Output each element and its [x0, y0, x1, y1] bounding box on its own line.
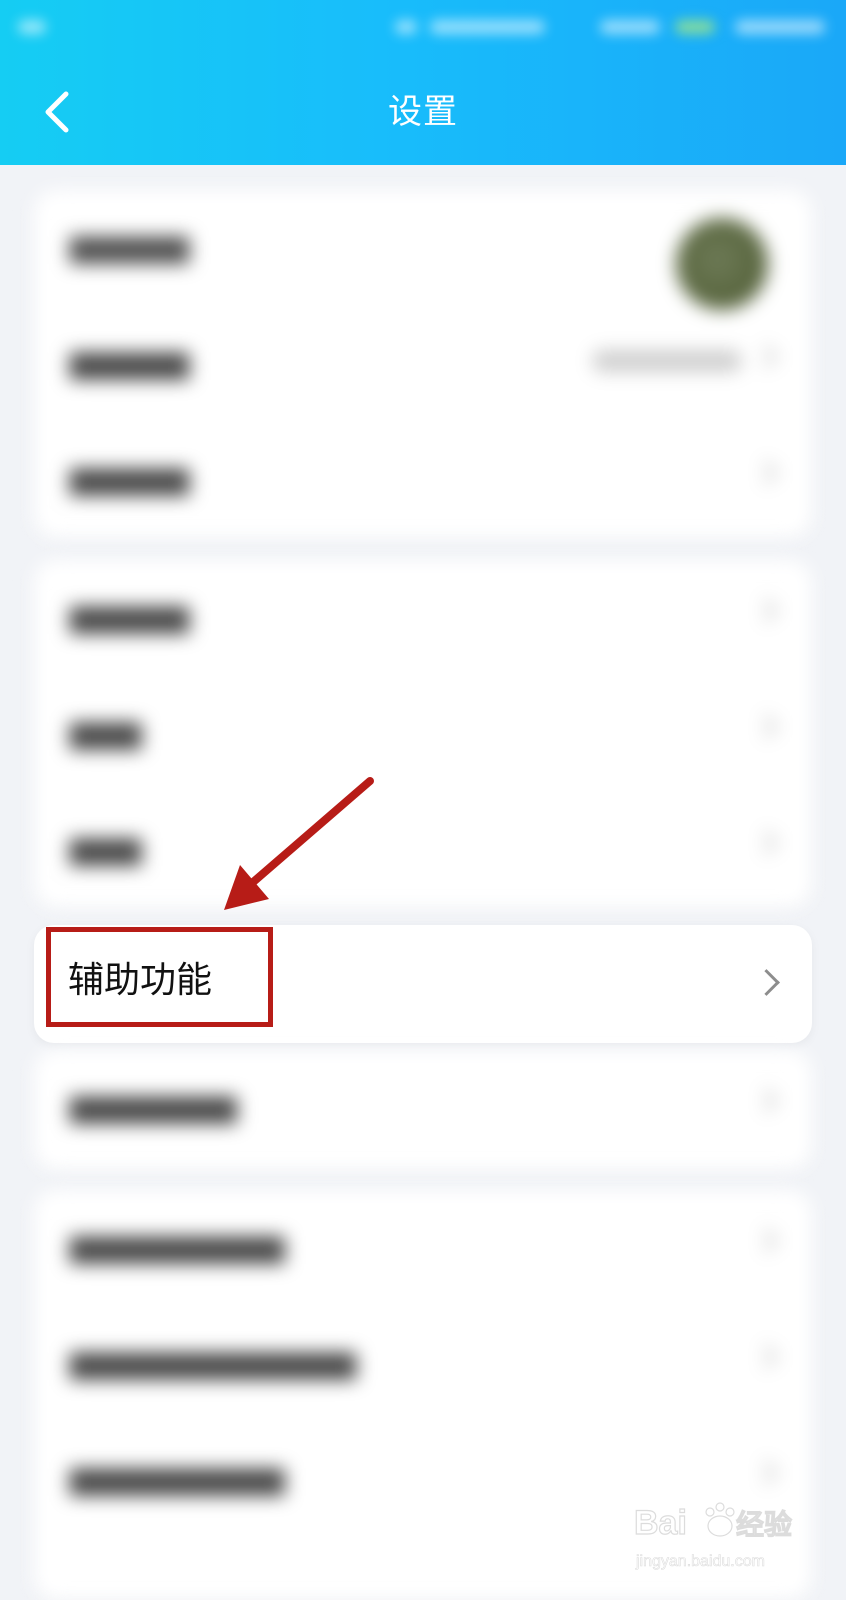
- list-item[interactable]: ▆▆▆▆▆: [34, 422, 812, 538]
- svg-text:jingyan.baidu.com: jingyan.baidu.com: [635, 1553, 765, 1570]
- list-item[interactable]: ▆▆▆: [34, 792, 812, 908]
- settings-card-misc: ▆▆▆▆▆▆▆: [34, 1050, 812, 1170]
- chevron-right-icon: [753, 969, 780, 996]
- svg-text:Bai: Bai: [634, 1504, 687, 1542]
- top-app-bar: 设置: [0, 0, 846, 165]
- settings-card-account: ▆▆▆▆▆ ▆▆▆▆▆ ▆▆▆▆▆: [34, 190, 812, 538]
- settings-card-general: ▆▆▆▆▆ ▆▆▆ ▆▆▆: [34, 560, 812, 908]
- svg-text:经验: 经验: [736, 1508, 792, 1540]
- avatar: [676, 218, 768, 310]
- status-bar-blurred: [0, 0, 846, 55]
- settings-list: ▆▆▆▆▆ ▆▆▆▆▆ ▆▆▆▆▆ ▆▆▆▆▆ ▆▆▆ ▆▆▆ 辅助功能 ▆▆▆…: [0, 165, 846, 1600]
- list-item[interactable]: ▆▆▆▆▆: [34, 190, 812, 310]
- list-item[interactable]: ▆▆▆: [34, 676, 812, 792]
- list-item[interactable]: ▆▆▆▆▆: [34, 560, 812, 676]
- list-item[interactable]: ▆▆▆▆▆▆▆▆▆: [34, 1190, 812, 1306]
- list-item[interactable]: ▆▆▆▆▆▆▆▆▆▆▆▆: [34, 1306, 812, 1422]
- baidu-watermark-logo: Bai 经验 jingyan.baidu.com: [634, 1502, 793, 1570]
- settings-item-label: 辅助功能: [68, 960, 213, 1001]
- page-title: 设置: [388, 92, 458, 132]
- settings-item-accessibility[interactable]: 辅助功能: [34, 925, 812, 1043]
- list-item[interactable]: ▆▆▆▆▆: [34, 306, 812, 422]
- list-item[interactable]: ▆▆▆▆▆▆▆: [34, 1050, 812, 1166]
